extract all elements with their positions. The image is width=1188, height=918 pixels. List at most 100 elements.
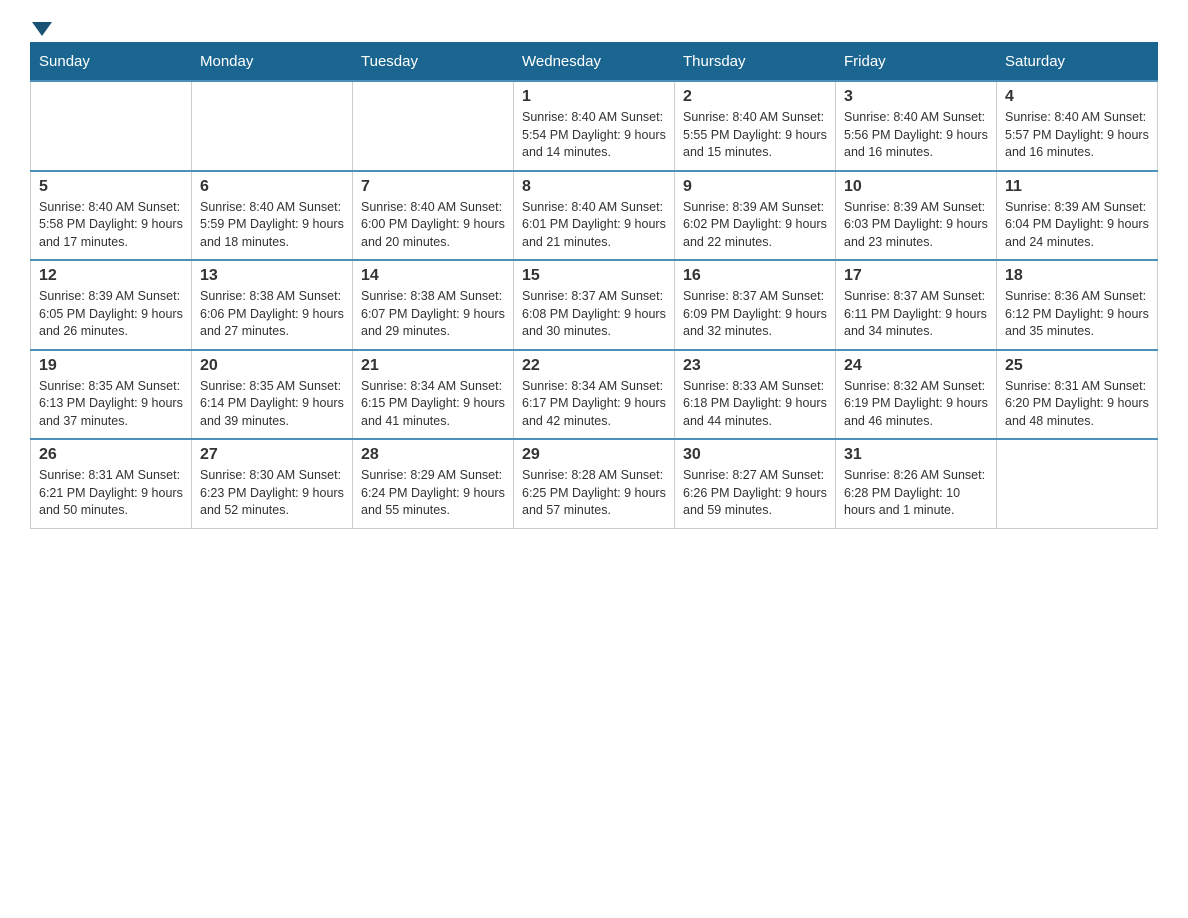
day-number: 23 [683,357,827,375]
day-number: 22 [522,357,666,375]
calendar-cell: 20 Sunrise: 8:35 AM Sunset: 6:14 PM Dayli… [192,350,353,440]
day-number: 9 [683,178,827,196]
week-row-1: 1Sunrise: 8:40 AM Sunset: 5:54 PM Daylig… [31,81,1158,171]
day-info: Sunrise: 8:40 AM Sunset: 5:57 PM Dayligh… [1005,109,1149,162]
day-header-wednesday: Wednesday [514,43,675,82]
day-info: Sunrise: 8:31 AM Sunset: 6:21 PM Dayligh… [39,467,183,520]
day-info: Sunrise: 8:39 AM Sunset: 6:04 PM Dayligh… [1005,199,1149,252]
day-number: 3 [844,88,988,106]
calendar-cell: 6 Sunrise: 8:40 AM Sunset: 5:59 PM Daylig… [192,171,353,261]
day-info: Sunrise: 8:36 AM Sunset: 6:12 PM Dayligh… [1005,288,1149,341]
day-number: 12 [39,267,183,285]
day-number: 10 [844,178,988,196]
day-info: Sunrise: 8:26 AM Sunset: 6:28 PM Dayligh… [844,467,988,520]
page-header [30,20,1158,32]
day-number: 14 [361,267,505,285]
calendar-cell: 9 Sunrise: 8:39 AM Sunset: 6:02 PM Daylig… [675,171,836,261]
day-number: 25 [1005,357,1149,375]
calendar-cell: 8 Sunrise: 8:40 AM Sunset: 6:01 PM Daylig… [514,171,675,261]
calendar-cell [192,81,353,171]
day-number: 7 [361,178,505,196]
day-number: 31 [844,446,988,464]
day-info: Sunrise: 8:33 AM Sunset: 6:18 PM Dayligh… [683,378,827,431]
calendar-cell: 7Sunrise: 8:40 AM Sunset: 6:00 PM Daylig… [353,171,514,261]
day-info: Sunrise: 8:32 AM Sunset: 6:19 PM Dayligh… [844,378,988,431]
day-number: 15 [522,267,666,285]
calendar-cell: 18 Sunrise: 8:36 AM Sunset: 6:12 PM Dayli… [997,260,1158,350]
day-info: Sunrise: 8:40 AM Sunset: 5:59 PM Dayligh… [200,199,344,252]
calendar-table: SundayMondayTuesdayWednesdayThursdayFrid… [30,42,1158,529]
calendar-header-row: SundayMondayTuesdayWednesdayThursdayFrid… [31,43,1158,82]
day-header-friday: Friday [836,43,997,82]
calendar-cell: 4 Sunrise: 8:40 AM Sunset: 5:57 PM Daylig… [997,81,1158,171]
day-number: 18 [1005,267,1149,285]
calendar-cell: 22 Sunrise: 8:34 AM Sunset: 6:17 PM Dayli… [514,350,675,440]
day-info: Sunrise: 8:39 AM Sunset: 6:05 PM Dayligh… [39,288,183,341]
calendar-cell: 1Sunrise: 8:40 AM Sunset: 5:54 PM Daylig… [514,81,675,171]
calendar-cell: 21 Sunrise: 8:34 AM Sunset: 6:15 PM Dayli… [353,350,514,440]
day-number: 21 [361,357,505,375]
day-info: Sunrise: 8:34 AM Sunset: 6:15 PM Dayligh… [361,378,505,431]
day-info: Sunrise: 8:35 AM Sunset: 6:14 PM Dayligh… [200,378,344,431]
day-info: Sunrise: 8:39 AM Sunset: 6:02 PM Dayligh… [683,199,827,252]
day-info: Sunrise: 8:27 AM Sunset: 6:26 PM Dayligh… [683,467,827,520]
week-row-3: 12 Sunrise: 8:39 AM Sunset: 6:05 PM Dayli… [31,260,1158,350]
day-info: Sunrise: 8:29 AM Sunset: 6:24 PM Dayligh… [361,467,505,520]
day-number: 1 [522,88,666,106]
calendar-cell: 16 Sunrise: 8:37 AM Sunset: 6:09 PM Dayli… [675,260,836,350]
day-info: Sunrise: 8:34 AM Sunset: 6:17 PM Dayligh… [522,378,666,431]
calendar-cell: 17Sunrise: 8:37 AM Sunset: 6:11 PM Dayli… [836,260,997,350]
day-number: 16 [683,267,827,285]
day-number: 19 [39,357,183,375]
calendar-cell: 26 Sunrise: 8:31 AM Sunset: 6:21 PM Dayli… [31,439,192,528]
day-info: Sunrise: 8:38 AM Sunset: 6:06 PM Dayligh… [200,288,344,341]
week-row-5: 26 Sunrise: 8:31 AM Sunset: 6:21 PM Dayli… [31,439,1158,528]
calendar-cell: 12 Sunrise: 8:39 AM Sunset: 6:05 PM Dayli… [31,260,192,350]
calendar-cell [997,439,1158,528]
day-header-thursday: Thursday [675,43,836,82]
day-number: 26 [39,446,183,464]
calendar-cell: 10 Sunrise: 8:39 AM Sunset: 6:03 PM Dayli… [836,171,997,261]
day-info: Sunrise: 8:40 AM Sunset: 6:01 PM Dayligh… [522,199,666,252]
day-number: 27 [200,446,344,464]
calendar-cell: 29Sunrise: 8:28 AM Sunset: 6:25 PM Dayli… [514,439,675,528]
calendar-cell: 13 Sunrise: 8:38 AM Sunset: 6:06 PM Dayli… [192,260,353,350]
day-header-sunday: Sunday [31,43,192,82]
calendar-cell: 15 Sunrise: 8:37 AM Sunset: 6:08 PM Dayli… [514,260,675,350]
day-number: 20 [200,357,344,375]
calendar-cell [31,81,192,171]
calendar-cell: 24Sunrise: 8:32 AM Sunset: 6:19 PM Dayli… [836,350,997,440]
calendar-cell: 11 Sunrise: 8:39 AM Sunset: 6:04 PM Dayli… [997,171,1158,261]
calendar-cell: 14 Sunrise: 8:38 AM Sunset: 6:07 PM Dayli… [353,260,514,350]
calendar-cell: 19 Sunrise: 8:35 AM Sunset: 6:13 PM Dayli… [31,350,192,440]
day-info: Sunrise: 8:28 AM Sunset: 6:25 PM Dayligh… [522,467,666,520]
week-row-2: 5Sunrise: 8:40 AM Sunset: 5:58 PM Daylig… [31,171,1158,261]
calendar-cell: 23 Sunrise: 8:33 AM Sunset: 6:18 PM Dayli… [675,350,836,440]
day-number: 13 [200,267,344,285]
day-header-tuesday: Tuesday [353,43,514,82]
calendar-cell: 3Sunrise: 8:40 AM Sunset: 5:56 PM Daylig… [836,81,997,171]
day-info: Sunrise: 8:37 AM Sunset: 6:09 PM Dayligh… [683,288,827,341]
day-number: 6 [200,178,344,196]
day-header-saturday: Saturday [997,43,1158,82]
calendar-cell: 25Sunrise: 8:31 AM Sunset: 6:20 PM Dayli… [997,350,1158,440]
logo [30,20,52,32]
day-info: Sunrise: 8:35 AM Sunset: 6:13 PM Dayligh… [39,378,183,431]
day-info: Sunrise: 8:30 AM Sunset: 6:23 PM Dayligh… [200,467,344,520]
calendar-cell: 5Sunrise: 8:40 AM Sunset: 5:58 PM Daylig… [31,171,192,261]
day-number: 11 [1005,178,1149,196]
week-row-4: 19 Sunrise: 8:35 AM Sunset: 6:13 PM Dayli… [31,350,1158,440]
calendar-cell: 28Sunrise: 8:29 AM Sunset: 6:24 PM Dayli… [353,439,514,528]
day-number: 5 [39,178,183,196]
day-info: Sunrise: 8:37 AM Sunset: 6:08 PM Dayligh… [522,288,666,341]
calendar-cell: 30 Sunrise: 8:27 AM Sunset: 6:26 PM Dayli… [675,439,836,528]
day-number: 4 [1005,88,1149,106]
day-number: 17 [844,267,988,285]
day-number: 30 [683,446,827,464]
day-info: Sunrise: 8:40 AM Sunset: 5:55 PM Dayligh… [683,109,827,162]
day-number: 8 [522,178,666,196]
day-info: Sunrise: 8:38 AM Sunset: 6:07 PM Dayligh… [361,288,505,341]
logo-triangle-icon [32,22,52,36]
calendar-cell: 2Sunrise: 8:40 AM Sunset: 5:55 PM Daylig… [675,81,836,171]
day-info: Sunrise: 8:39 AM Sunset: 6:03 PM Dayligh… [844,199,988,252]
